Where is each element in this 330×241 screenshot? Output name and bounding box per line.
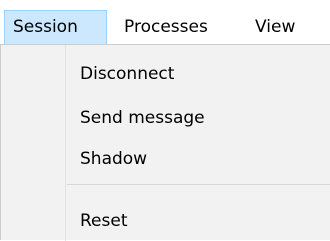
session-dropdown-menu: Disconnect Send message Shadow Reset bbox=[0, 44, 330, 241]
menu-separator bbox=[67, 184, 330, 185]
menu-bar: Session Processes View bbox=[0, 0, 330, 44]
menu-item-shadow[interactable]: Shadow bbox=[1, 139, 330, 179]
menu-item-reset[interactable]: Reset bbox=[1, 201, 330, 241]
menu-item-disconnect[interactable]: Disconnect bbox=[1, 54, 330, 94]
menu-view[interactable]: View bbox=[247, 10, 317, 44]
menu-processes[interactable]: Processes bbox=[116, 10, 252, 44]
menu-session[interactable]: Session bbox=[4, 10, 107, 44]
menu-item-send-message[interactable]: Send message bbox=[1, 98, 330, 138]
